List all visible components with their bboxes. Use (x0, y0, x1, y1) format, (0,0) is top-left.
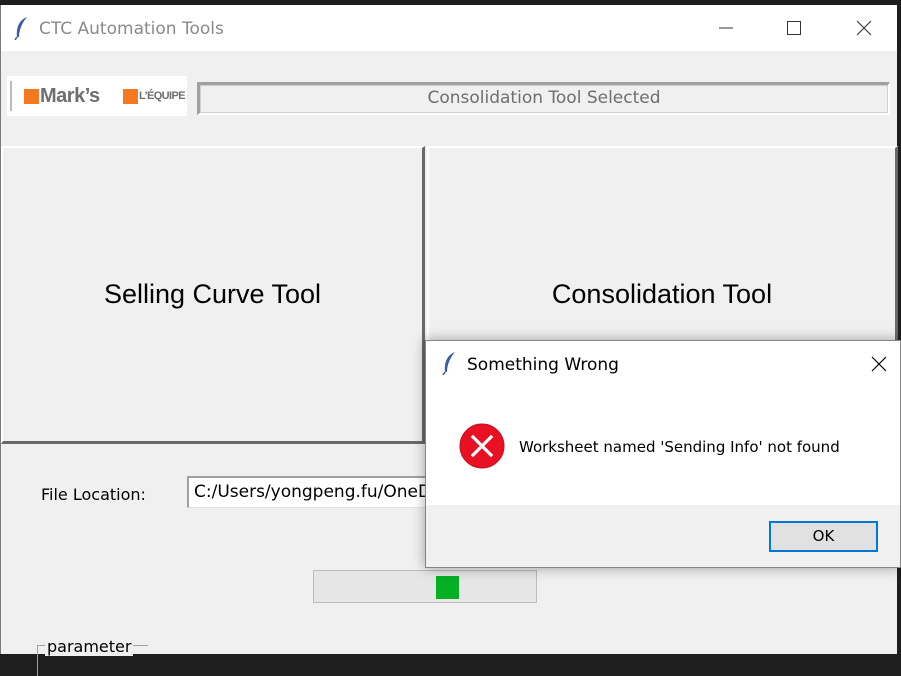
logo-equipe-text: L’ÉQUIPE (139, 90, 186, 102)
progress-fill (436, 576, 459, 599)
feather-icon (442, 352, 455, 375)
minimize-button[interactable] (703, 5, 749, 51)
company-logo: Mark’s L’ÉQUIPE (7, 76, 187, 116)
maximize-icon (787, 21, 801, 35)
maximize-button[interactable] (771, 5, 817, 51)
close-icon (856, 20, 872, 36)
ok-button[interactable]: OK (769, 521, 878, 552)
minimize-icon (719, 27, 733, 29)
logo-marks-text: Mark’s (40, 85, 100, 107)
error-dialog: Something Wrong Worksheet named 'Sending… (425, 340, 901, 568)
progress-bar (313, 570, 537, 603)
title-bar[interactable]: CTC Automation Tools (1, 5, 897, 51)
status-field: Consolidation Tool Selected (197, 82, 890, 115)
close-button[interactable] (841, 5, 887, 51)
dialog-message: Worksheet named 'Sending Info' not found (519, 438, 840, 456)
dialog-title: Something Wrong (467, 355, 619, 375)
dialog-footer: OK (426, 505, 900, 567)
feather-icon (14, 17, 27, 40)
file-location-label: File Location: (41, 485, 146, 504)
window-title: CTC Automation Tools (39, 19, 224, 39)
logo-square (24, 89, 39, 104)
logo-divider (10, 81, 12, 111)
error-icon (459, 423, 505, 469)
close-icon[interactable] (864, 349, 894, 379)
selling-curve-tool-button[interactable]: Selling Curve Tool (1, 146, 425, 444)
logo-square (123, 89, 138, 104)
parameter-frame-label: parameter (45, 637, 134, 656)
